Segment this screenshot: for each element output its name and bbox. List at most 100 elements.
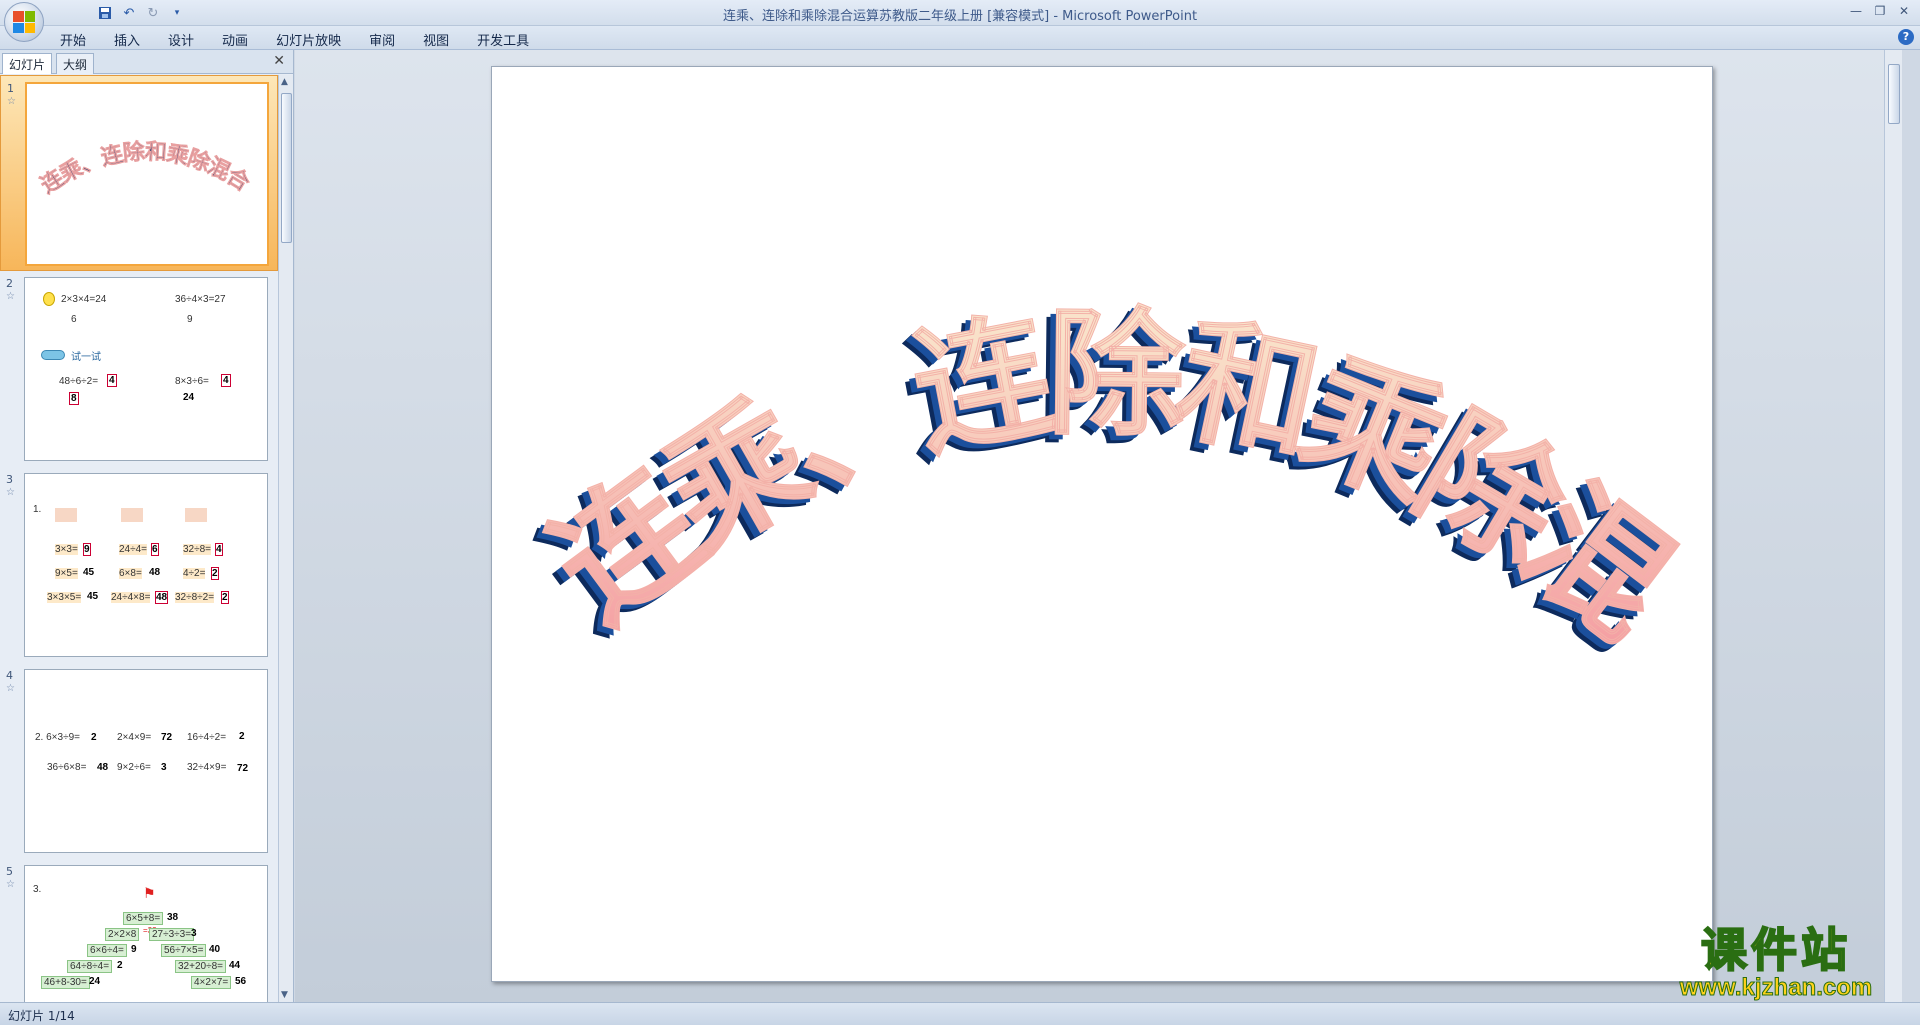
thumb-line: 6 [71, 314, 77, 325]
thumb-line: 16÷4÷2= [187, 732, 227, 743]
thumb-answer: 6 [151, 543, 159, 556]
thumb-line: 3. [33, 884, 42, 895]
thumb-line: 9×2÷6= [117, 762, 151, 773]
thumb-line: 48÷6÷2= [59, 376, 99, 387]
castle-icon [55, 508, 77, 522]
castle-icon [121, 508, 143, 522]
tab-slideshow[interactable]: 幻灯片放映 [276, 30, 341, 49]
slide-editing-area: 连乘、连除和乘除混合运算 连乘、连除和乘除混合运算 连乘、连除和乘除混合运算 [295, 0, 1902, 1002]
office-button[interactable] [4, 2, 44, 42]
thumb-answer: 45 [83, 567, 95, 578]
thumbnail-scrollbar[interactable]: ▲ ▼ [278, 75, 293, 1002]
thumb-line: 32+20÷8= [175, 960, 226, 973]
close-icon[interactable]: ✕ [1894, 2, 1914, 20]
tab-view[interactable]: 视图 [423, 30, 449, 49]
thumb-answer: 2 [117, 960, 123, 971]
slide-thumbnail-1[interactable]: 1 ☆ 连乘、连除和乘除混合运算 [0, 75, 278, 271]
thumb-line: 3×3= [55, 544, 78, 555]
thumb-line: 2×4×9= [117, 732, 152, 743]
thumb-answer: 3 [161, 762, 167, 773]
transition-star-icon: ☆ [6, 683, 15, 694]
thumb-answer: 48 [155, 591, 169, 604]
thumb-number: 2 [6, 277, 13, 290]
thumb-line: 6×6÷4= [87, 944, 127, 957]
car-icon [41, 350, 65, 360]
thumb-line: 32÷8÷2= [175, 592, 215, 603]
thumb-number: 4 [6, 669, 13, 682]
thumb-answer: 2 [211, 567, 219, 580]
help-icon[interactable]: ? [1898, 29, 1914, 45]
scroll-up-icon[interactable]: ▲ [281, 77, 288, 87]
thumb-answer: 45 [87, 591, 99, 602]
scroll-thumb[interactable] [1888, 64, 1900, 124]
transition-star-icon: ☆ [6, 291, 15, 302]
thumb-answer: 2 [91, 732, 97, 743]
slide-thumbnail-4[interactable]: 4 ☆ 2. 6×3÷9= 2 2×4×9= 72 16÷4÷2= 2 36÷6… [0, 663, 278, 859]
office-logo-icon [13, 11, 35, 33]
slide-thumbnail-5[interactable]: 5 ☆ 3. ⚑ 6×5+8= 38 2×2×8 =32 27÷3÷3= 3 6… [0, 859, 278, 1002]
thumb-answer: 24 [183, 392, 195, 403]
tab-home[interactable]: 开始 [60, 30, 86, 49]
tab-slides[interactable]: 幻灯片 [2, 53, 53, 74]
slide-thumbnail-3[interactable]: 3 ☆ 1. 3×3= 9 24÷4= 6 32÷8= 4 9×5= 45 6×… [0, 467, 278, 663]
lightbulb-icon [43, 292, 55, 306]
thumb-answer: 3 [191, 928, 197, 939]
thumb-answer: 48 [149, 567, 161, 578]
thumb-number: 5 [6, 865, 13, 878]
thumb-answer: 2 [221, 591, 229, 604]
thumb-line: 27÷3÷3= [149, 928, 195, 941]
thumb-line: 6×8= [119, 568, 142, 579]
status-bar: 幻灯片 1/14 [0, 1002, 1920, 1025]
thumb-line: 24÷4= [119, 544, 148, 555]
transition-star-icon: ☆ [7, 96, 16, 107]
thumb-answer: 72 [237, 763, 249, 774]
thumb-answer: 8 [69, 392, 79, 405]
thumb-answer: 2 [239, 731, 245, 742]
thumb-line: 4÷2= [183, 568, 206, 579]
tab-outline[interactable]: 大纲 [56, 53, 95, 74]
thumb-answer: 24 [89, 976, 101, 987]
thumb-canvas: 连乘、连除和乘除混合运算 [25, 82, 269, 266]
thumb-line: 9×5= [55, 568, 78, 579]
slide-thumbnail-2[interactable]: 2 ☆ 2×3×4=24 6 36÷4×3=27 9 试一试 48÷6÷2= 4… [0, 271, 278, 467]
thumb-answer: 4 [221, 374, 231, 387]
pane-tabs: 幻灯片 大纲 ✕ [0, 50, 293, 74]
tab-insert[interactable]: 插入 [114, 30, 140, 49]
castle-icon [185, 508, 207, 522]
slide-scrollbar[interactable] [1884, 50, 1902, 1002]
thumb-canvas: 2×3×4=24 6 36÷4×3=27 9 试一试 48÷6÷2= 4 8 8… [24, 277, 268, 461]
thumb-line: 9 [187, 314, 193, 325]
flag-icon: ⚑ [143, 886, 156, 902]
thumb-answer: 4 [107, 374, 117, 387]
thumb-line: 24÷4×8= [111, 592, 151, 603]
thumb-line: 1. [33, 504, 42, 515]
tab-design[interactable]: 设计 [168, 30, 194, 49]
thumb-line: 2. 6×3÷9= [35, 732, 80, 743]
tab-review[interactable]: 审阅 [369, 30, 395, 49]
transition-star-icon: ☆ [6, 879, 15, 890]
thumb-line: 56÷7×5= [161, 944, 207, 957]
scroll-thumb[interactable] [281, 93, 292, 243]
thumb-answer: 44 [229, 960, 241, 971]
thumb-line: 36÷4×3=27 [175, 294, 226, 305]
restore-icon[interactable]: ❐ [1870, 2, 1890, 20]
thumb-line: 8×3÷6= [175, 376, 209, 387]
wordart-face: 连乘、连除和乘除混合运算 [492, 67, 1700, 668]
thumb-line: 3×3×5= [47, 592, 82, 603]
watermark-cn: 课件站 [1700, 923, 1851, 977]
minimize-icon[interactable]: — [1846, 2, 1866, 20]
title-bar: ↶ ↻ ▾ 连乘、连除和乘除混合运算苏教版二年级上册 [兼容模式] - Micr… [0, 0, 1920, 42]
slide-indicator: 幻灯片 1/14 [8, 1009, 75, 1023]
scroll-down-icon[interactable]: ▼ [281, 990, 288, 1000]
current-slide[interactable]: 连乘、连除和乘除混合运算 连乘、连除和乘除混合运算 连乘、连除和乘除混合运算 [420, 0, 1715, 982]
watermark-url: www.kjzhan.com [1679, 974, 1873, 1001]
tab-animations[interactable]: 动画 [222, 30, 248, 49]
thumb-canvas: 3. ⚑ 6×5+8= 38 2×2×8 =32 27÷3÷3= 3 6×6÷4… [24, 865, 268, 1002]
thumb-answer: 72 [161, 732, 173, 743]
thumb-line: 36÷6×8= [47, 762, 87, 773]
thumb-line: 32÷4×9= [187, 762, 227, 773]
tab-developer[interactable]: 开发工具 [477, 30, 529, 49]
thumb-line: 4×2×7= [191, 976, 232, 989]
close-pane-icon[interactable]: ✕ [273, 53, 285, 69]
thumb-canvas: 2. 6×3÷9= 2 2×4×9= 72 16÷4÷2= 2 36÷6×8= … [24, 669, 268, 853]
